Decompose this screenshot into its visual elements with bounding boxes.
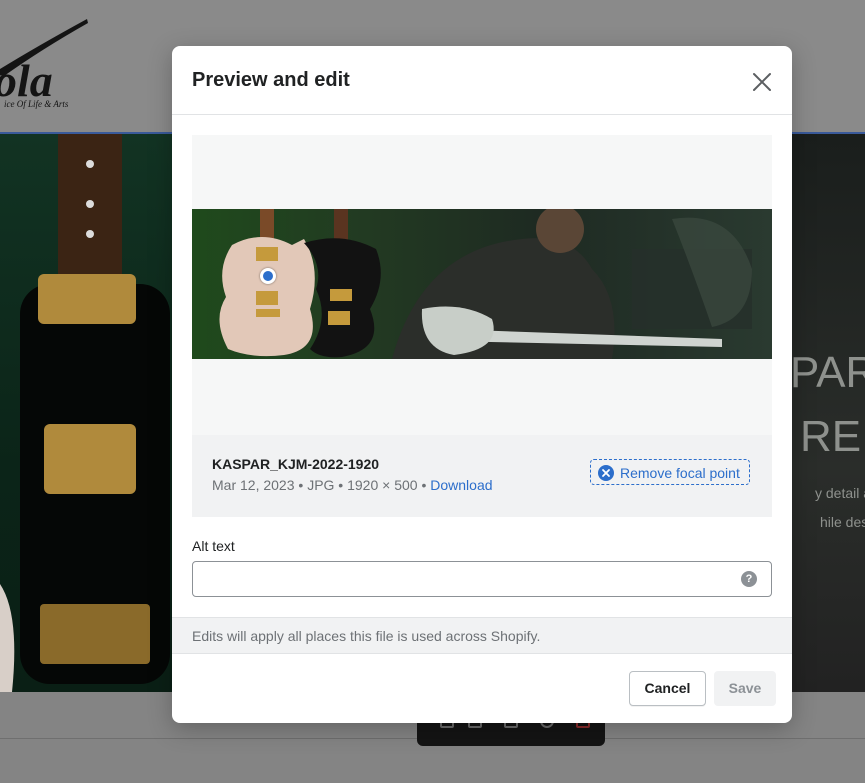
hero-heading-2: RE <box>800 412 862 461</box>
remove-focal-point-button[interactable]: Remove focal point <box>590 459 750 485</box>
remove-circle-icon <box>598 465 614 481</box>
alt-text-label: Alt text <box>192 538 235 554</box>
file-type: JPG <box>307 477 335 493</box>
image-preview-area <box>192 135 772 435</box>
hero-guitar-image <box>0 134 175 692</box>
file-name: KASPAR_KJM-2022-1920 <box>212 456 380 472</box>
modal-header: Preview and edit <box>172 46 792 115</box>
file-dimensions: 1920 × 500 <box>347 477 418 493</box>
download-link[interactable]: Download <box>430 477 492 493</box>
alt-text-input[interactable] <box>192 561 772 597</box>
file-meta: Mar 12, 2023 • JPG • 1920 × 500 • Downlo… <box>212 477 493 493</box>
edit-notice-text: Edits will apply all places this file is… <box>192 628 541 644</box>
preview-edit-modal: Preview and edit KASPAR_KJM-2022-1920 Ma… <box>172 46 792 723</box>
hero-body-1: y detail an <box>815 485 865 501</box>
brand-logo: ola ice Of Life & Arts <box>0 19 88 109</box>
meta-separator: • <box>334 477 348 493</box>
focal-point-marker[interactable] <box>260 268 276 284</box>
remove-focal-point-label: Remove focal point <box>620 465 740 481</box>
file-info: KASPAR_KJM-2022-1920 Mar 12, 2023 • JPG … <box>192 435 772 517</box>
meta-separator: • <box>417 477 431 493</box>
hero-heading-1: PAR <box>790 348 865 397</box>
image-preview[interactable] <box>192 209 772 359</box>
modal-title: Preview and edit <box>192 69 350 91</box>
logo-tagline: ice Of Life & Arts <box>4 99 69 109</box>
save-button[interactable]: Save <box>714 671 776 706</box>
help-icon[interactable]: ? <box>741 571 757 587</box>
close-icon[interactable] <box>748 68 776 96</box>
cancel-button[interactable]: Cancel <box>629 671 706 706</box>
file-date: Mar 12, 2023 <box>212 477 295 493</box>
edit-notice: Edits will apply all places this file is… <box>172 617 792 654</box>
hero-body-2: hile design <box>820 514 865 530</box>
meta-separator: • <box>294 477 308 493</box>
